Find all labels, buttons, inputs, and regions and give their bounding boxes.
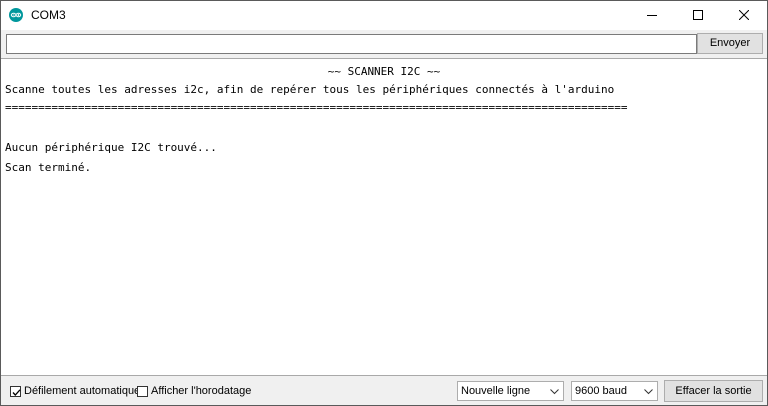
output-line: Scan terminé.	[5, 161, 92, 174]
output-line: ========================================…	[5, 101, 628, 114]
serial-monitor-window: COM3 Envoyer ~~ SCANNER I2C ~~ Scanne to…	[0, 0, 768, 406]
maximize-button[interactable]	[675, 1, 721, 30]
minimize-icon	[647, 15, 657, 16]
output-line: ~~ SCANNER I2C ~~	[327, 65, 441, 78]
autoscroll-label[interactable]: Défilement automatique	[24, 385, 140, 398]
output-line: Aucun périphérique I2C trouvé...	[5, 141, 217, 154]
arduino-logo-icon	[9, 8, 23, 22]
serial-output[interactable]: ~~ SCANNER I2C ~~ Scanne toutes les adre…	[1, 58, 767, 376]
baud-rate-value: 9600 baud	[575, 385, 627, 397]
checkmark-icon	[12, 389, 21, 396]
output-line: Scanne toutes les adresses i2c, afin de …	[5, 83, 615, 96]
line-ending-value: Nouvelle ligne	[461, 385, 531, 397]
send-input[interactable]	[6, 34, 697, 54]
line-ending-select[interactable]: Nouvelle ligne	[457, 381, 564, 401]
timestamp-checkbox[interactable]	[137, 386, 148, 397]
chevron-down-icon	[550, 389, 559, 395]
clear-output-button[interactable]: Effacer la sortie	[664, 380, 763, 402]
autoscroll-checkbox[interactable]	[10, 386, 21, 397]
send-button[interactable]: Envoyer	[697, 33, 763, 54]
chevron-down-icon	[644, 389, 653, 395]
window-title: COM3	[31, 8, 66, 22]
close-icon	[739, 10, 749, 20]
maximize-icon	[693, 10, 703, 20]
close-button[interactable]	[721, 1, 767, 30]
title-bar[interactable]: COM3	[1, 1, 767, 30]
minimize-button[interactable]	[629, 1, 675, 30]
baud-rate-select[interactable]: 9600 baud	[571, 381, 658, 401]
timestamp-label[interactable]: Afficher l'horodatage	[151, 385, 251, 398]
